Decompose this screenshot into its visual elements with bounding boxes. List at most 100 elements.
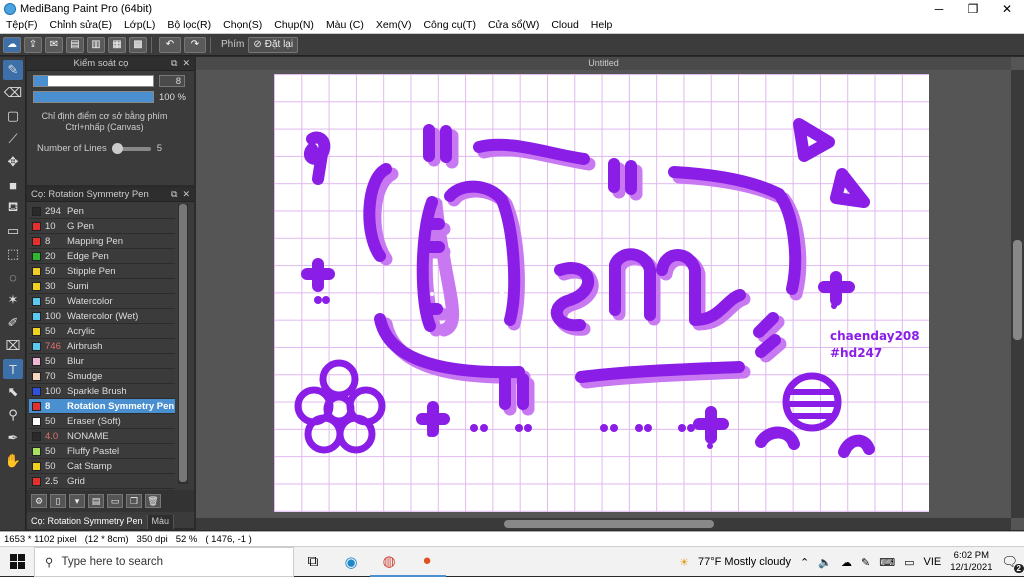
opacity-slider[interactable] [33, 91, 154, 103]
scrollbar-thumb[interactable] [504, 520, 714, 528]
select-pen-icon[interactable]: ✐ [3, 313, 23, 333]
brush-row[interactable]: 30 Sumi [29, 279, 175, 294]
panel-close-icon[interactable]: ✕ [182, 58, 190, 69]
chrome-icon[interactable]: ◍ [370, 547, 408, 577]
menu-layer[interactable]: Lớp(L) [118, 19, 161, 31]
menu-filter[interactable]: Bộ lọc(R) [161, 19, 217, 31]
brush-row[interactable]: 70 Smudge [29, 369, 175, 384]
duplicate-brush-icon[interactable]: ❐ [126, 494, 142, 508]
brush-row[interactable]: 50 Acrylic [29, 324, 175, 339]
chevron-up-icon[interactable]: ⌃ [800, 556, 809, 569]
notification-icon[interactable]: 🗨 2 [1001, 554, 1024, 573]
edge-icon[interactable]: ◉ [332, 547, 370, 577]
taskbar-search[interactable]: ⚲ Type here to search [34, 546, 294, 577]
brush-row[interactable]: 20 Edge Pen [29, 249, 175, 264]
menu-color[interactable]: Màu (C) [320, 19, 370, 31]
menu-cloud[interactable]: Cloud [545, 19, 584, 31]
brush-list-scrollbar[interactable] [178, 204, 188, 484]
scrollbar-thumb[interactable] [179, 204, 187, 482]
brush-row[interactable]: 100 Watercolor (Wet) [29, 309, 175, 324]
drawing-canvas[interactable]: chaenday208 #hd247 [274, 74, 929, 512]
brush-row[interactable]: 50 Eraser (Soft) [29, 414, 175, 429]
maximize-icon[interactable]: ❐ [956, 0, 990, 17]
bucket-tool-icon[interactable]: ⛾ [3, 198, 23, 218]
clock[interactable]: 6:02 PM 12/1/2021 [950, 550, 992, 574]
brush-row[interactable]: 2.5 Grid [29, 474, 175, 489]
brush-properties-icon[interactable]: ▤ [88, 494, 104, 508]
brush-row[interactable]: 8 Mapping Pen [29, 234, 175, 249]
brush-row[interactable]: 4.0 NONAME [29, 429, 175, 444]
pen-tool-icon[interactable]: ✒ [3, 428, 23, 448]
pen-icon[interactable]: ✎ [861, 556, 870, 569]
hand-tool-icon[interactable]: ✋ [3, 451, 23, 471]
panel-icon[interactable]: ▦ [108, 36, 126, 53]
speaker-icon[interactable]: 🔈 [818, 556, 832, 569]
weather-text[interactable]: 77°F Mostly cloudy [698, 556, 791, 568]
menu-help[interactable]: Help [585, 19, 619, 31]
document-icon[interactable]: ▤ [66, 36, 84, 53]
menu-select[interactable]: Chọn(S) [217, 19, 268, 31]
brush-row[interactable]: 50 Fluffy Pastel [29, 444, 175, 459]
language-indicator[interactable]: VIE [923, 556, 941, 568]
move-tool-icon[interactable]: ✥ [3, 152, 23, 172]
menu-file[interactable]: Tệp(F) [0, 19, 44, 31]
brush-tool-icon[interactable]: ✎ [3, 60, 23, 80]
cloud-icon[interactable]: ☁ [3, 36, 21, 53]
task-view-icon[interactable]: ⧉ [294, 547, 332, 577]
display-icon[interactable]: ▭ [904, 556, 914, 569]
document-tab[interactable]: Untitled [196, 57, 1011, 70]
minimize-icon[interactable]: ─ [922, 0, 956, 17]
delete-brush-icon[interactable]: 🗑 [145, 494, 161, 508]
start-button[interactable] [0, 547, 34, 577]
cloud-icon[interactable]: ☁ [841, 556, 852, 569]
select-eraser-icon[interactable]: ⌧ [3, 336, 23, 356]
menu-view[interactable]: Xem(V) [370, 19, 418, 31]
brush-row[interactable]: 50 Watercolor [29, 294, 175, 309]
page-icon[interactable]: ▥ [87, 36, 105, 53]
lines-slider-knob[interactable] [111, 142, 123, 154]
brush-size-value[interactable]: 8 [159, 75, 185, 87]
add-brush-icon[interactable]: ▯ [50, 494, 66, 508]
shape-tool-icon[interactable]: ▢ [3, 106, 23, 126]
fill-rect-tool-icon[interactable]: ■ [3, 175, 23, 195]
brush-settings-icon[interactable]: ⚙ [31, 494, 47, 508]
tab-brush[interactable]: Cọ: Rotation Symmetry Pen [27, 515, 148, 529]
select-tool-icon[interactable]: ⬚ [3, 244, 23, 264]
menu-snap[interactable]: Chụp(N) [268, 19, 320, 31]
brush-row[interactable]: 50 Cat Stamp [29, 459, 175, 474]
tab-color[interactable]: Màu [147, 515, 175, 529]
grid-icon[interactable]: ▩ [129, 36, 147, 53]
menu-edit[interactable]: Chỉnh sửa(E) [44, 19, 118, 31]
canvas-horizontal-scrollbar[interactable] [196, 518, 1011, 530]
magic-wand-icon[interactable]: ✶ [3, 290, 23, 310]
redo-icon[interactable]: ↷ [184, 36, 206, 53]
canvas-vertical-scrollbar[interactable] [1011, 70, 1024, 518]
menu-tools[interactable]: Công cụ(T) [417, 19, 482, 31]
eraser-tool-icon[interactable]: ⌫ [3, 83, 23, 103]
medibang-icon[interactable]: ● [408, 547, 446, 577]
brush-row[interactable]: 50 Stipple Pen [29, 264, 175, 279]
brush-row[interactable]: 746 Airbrush [29, 339, 175, 354]
add-brush-menu-icon[interactable]: ▾ [69, 494, 85, 508]
popout-icon[interactable]: ⧉ [171, 189, 177, 200]
lines-slider[interactable] [111, 142, 151, 154]
keyboard-icon[interactable]: ⌨ [879, 556, 895, 569]
eyedropper-icon[interactable]: ⚲ [3, 405, 23, 425]
brush-folder-icon[interactable]: ▭ [107, 494, 123, 508]
comment-icon[interactable]: ✉ [45, 36, 63, 53]
lasso-tool-icon[interactable]: ◌ [3, 267, 23, 287]
operation-tool-icon[interactable]: ⬉ [3, 382, 23, 402]
brush-row[interactable]: 10 G Pen [29, 219, 175, 234]
text-tool-icon[interactable]: T [3, 359, 23, 379]
panel-close-icon[interactable]: ✕ [182, 189, 190, 200]
popout-icon[interactable]: ⧉ [171, 58, 177, 69]
brush-row[interactable]: 8 Rotation Symmetry Pen [29, 399, 175, 414]
gradient-tool-icon[interactable]: ▭ [3, 221, 23, 241]
undo-icon[interactable]: ↶ [159, 36, 181, 53]
brush-row[interactable]: 100 Sparkle Brush [29, 384, 175, 399]
scrollbar-thumb[interactable] [1013, 240, 1022, 340]
brush-row[interactable]: 50 Blur [29, 354, 175, 369]
reset-button[interactable]: ⊘ Đặt lại [248, 36, 299, 53]
brush-size-slider[interactable] [33, 75, 154, 87]
share-icon[interactable]: ⇪ [24, 36, 42, 53]
